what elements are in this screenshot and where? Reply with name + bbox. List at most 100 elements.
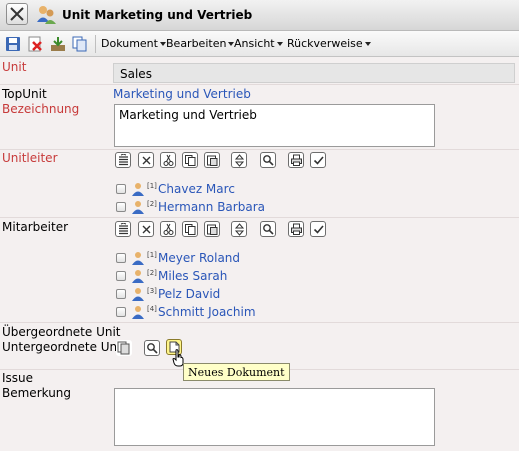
entry-index: [2] [147,200,157,208]
toolbar: Dokument Bearbeiten Ansicht Rückverweise [0,31,519,57]
mitarbeiter-paste-button[interactable] [204,221,220,237]
person-link[interactable]: Schmitt Joachim [158,305,256,319]
unit-field: Sales [113,63,515,83]
person-link[interactable]: Chavez Marc [158,182,235,196]
remove-icon [142,225,151,234]
mitarbeiter-remove-button[interactable] [138,221,154,237]
copy-icon [185,155,196,166]
unitleiter-checkmark-button[interactable] [310,152,326,168]
cut-icon [163,154,174,166]
form-area: Unit Sales TopUnit Marketing und Vertrie… [0,57,519,451]
person-icon [131,269,145,283]
unitleiter-copy-button[interactable] [182,152,198,168]
entry-checkbox[interactable] [116,307,126,317]
entry-index: [2] [147,269,157,277]
person-link[interactable]: Pelz David [158,287,220,301]
save-icon[interactable] [5,36,21,52]
search-icon [263,155,274,166]
mitarbeiter-select-all-button[interactable] [115,221,131,237]
delete-icon[interactable] [27,36,43,52]
entry-index: [4] [147,305,157,313]
entry-checkbox[interactable] [116,184,126,194]
mitarbeiter-search-button[interactable] [260,221,276,237]
unitleiter-paste-button[interactable] [204,152,220,168]
menu-bearbeiten[interactable]: Bearbeiten [166,37,235,50]
unitleiter-cut-button[interactable] [160,152,176,168]
person-icon [131,182,145,196]
checkmark-icon [313,156,324,165]
import-icon[interactable] [50,36,66,52]
person-link[interactable]: Hermann Barbara [158,200,265,214]
sort-icon [234,223,245,236]
remove-icon [142,156,151,165]
person-icon [131,287,145,301]
entry-index: [1] [147,182,157,190]
entry-index: [1] [147,251,157,259]
unit-icon [35,3,57,25]
print-icon [291,223,302,235]
person-icon [131,200,145,214]
paste-icon [207,224,218,235]
unitleiter-print-button[interactable] [288,152,304,168]
mitarbeiter-checkmark-button[interactable] [310,221,326,237]
copy-icon[interactable] [72,36,88,52]
person-link[interactable]: Meyer Roland [158,251,240,265]
entry-checkbox[interactable] [116,253,126,263]
divider [0,322,519,323]
mitarbeiter-print-button[interactable] [288,221,304,237]
checkmark-icon [313,225,324,234]
bezeichnung-label: Bezeichnung [2,102,80,116]
issue-label: Issue [2,371,34,385]
entry-checkbox[interactable] [116,271,126,281]
unitleiter-sort-button[interactable] [231,152,247,168]
divider [0,149,519,150]
copy-icon [185,224,196,235]
menu-ansicht[interactable]: Ansicht [234,37,283,50]
person-link[interactable]: Miles Sarah [158,269,227,283]
search-unit-button[interactable] [144,340,160,356]
mitarbeiter-copy-button[interactable] [182,221,198,237]
menu-bearbeiten-label: Bearbeiten [166,37,227,50]
window-title: Unit Marketing und Vertrieb [62,8,253,22]
uebergeordnete-label: Übergeordnete Unit [2,325,121,339]
entry-index: [3] [147,287,157,295]
bemerkung-label: Bemerkung [2,386,72,400]
menu-dokument[interactable]: Dokument [101,37,166,50]
unitleiter-label: Unitleiter [2,151,58,165]
copy-icon [117,341,130,355]
tooltip: Neues Dokument [183,363,290,381]
chevron-down-icon [276,42,283,46]
search-icon [263,224,274,235]
topunit-link[interactable]: Marketing und Vertrieb [113,87,251,101]
unitleiter-remove-button[interactable] [138,152,154,168]
divider [0,217,519,218]
entry-checkbox[interactable] [116,202,126,212]
entry-checkbox[interactable] [116,289,126,299]
menu-rueckverweise-label: Rückverweise [287,37,363,50]
copy-unit-button[interactable] [116,340,132,356]
chevron-down-icon [364,42,371,46]
bemerkung-input[interactable] [114,388,435,446]
sort-icon [234,154,245,167]
print-icon [291,154,302,166]
bezeichnung-input[interactable]: Marketing und Vertrieb [114,104,435,147]
title-bar: Unit Marketing und Vertrieb [0,0,519,31]
menu-dokument-label: Dokument [101,37,158,50]
unitleiter-select-all-button[interactable] [115,152,131,168]
divider [0,84,519,85]
paste-icon [207,155,218,166]
select-all-icon [119,154,128,166]
menu-rueckverweise[interactable]: Rückverweise [287,37,371,50]
cut-icon [163,223,174,235]
topunit-label: TopUnit [2,87,47,101]
untergeordnete-label: Untergeordnete Unit [2,340,126,354]
select-all-icon [119,223,128,235]
unitleiter-search-button[interactable] [260,152,276,168]
close-button[interactable] [6,3,28,25]
mitarbeiter-cut-button[interactable] [160,221,176,237]
unit-label: Unit [2,60,27,74]
close-icon [10,7,24,21]
toolbar-separator [95,35,96,53]
mitarbeiter-sort-button[interactable] [231,221,247,237]
person-icon [131,305,145,319]
